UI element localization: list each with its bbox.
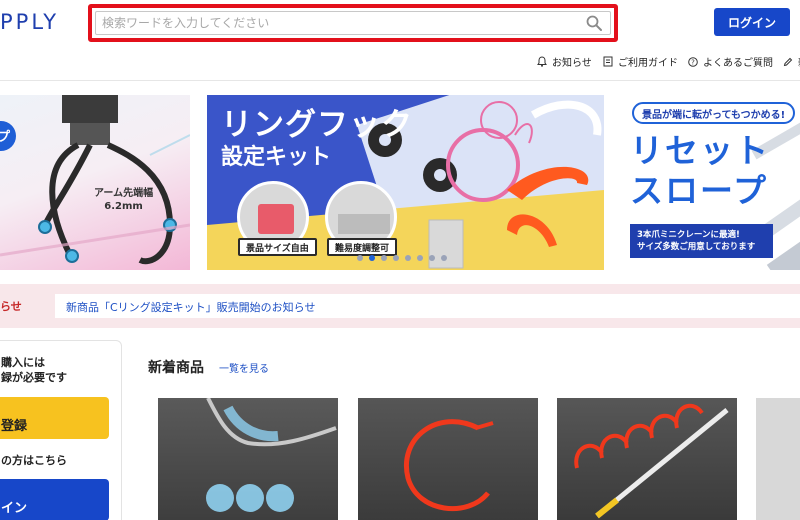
- subnav-guide[interactable]: ご利用ガイド: [603, 54, 678, 69]
- claw-illustration: [0, 95, 190, 265]
- product-card[interactable]: [358, 398, 538, 520]
- sidebar-login-card: 購入には 録が必要です 登録 の方はこちら イン: [0, 340, 122, 520]
- carousel-dot[interactable]: [381, 255, 387, 261]
- subnav-faq[interactable]: ? よくあるご質問: [688, 54, 773, 69]
- carousel-dot[interactable]: [429, 255, 435, 261]
- product-card[interactable]: [158, 398, 338, 520]
- login-button[interactable]: ログイン: [714, 8, 790, 36]
- subnav-new[interactable]: 新: [783, 54, 800, 69]
- banner-ring-hook-kit[interactable]: リングフック 設定キット 景品サイズ自由 難易度調整可: [207, 95, 604, 270]
- carousel-dot-active[interactable]: [369, 255, 375, 261]
- question-circle-icon: ?: [688, 56, 698, 67]
- banner-title-line2: スロープ: [630, 171, 769, 210]
- banner-pill: 景品が端に転がってもつかめる!: [632, 102, 796, 124]
- banner-note: 3本爪ミニクレーンに最適! サイズ多数ご用意しております: [630, 224, 773, 258]
- sidebar-member-text: の方はこちら: [1, 454, 67, 467]
- svg-text:?: ?: [691, 58, 695, 66]
- pencil-icon: [783, 57, 793, 66]
- section-title: 新着商品: [148, 360, 204, 376]
- banner-reset-slope[interactable]: 景品が端に転がってもつかめる! リセット スロープ 3本爪ミニクレーンに最適! …: [620, 95, 800, 270]
- header-subnav: お知らせ ご利用ガイド ? よくあるご質問 新: [0, 54, 800, 69]
- banner-tag: 景品サイズ自由: [238, 238, 317, 256]
- subnav-label: よくあるご質問: [703, 58, 773, 69]
- product-image: [206, 398, 337, 512]
- banner-note-line1: 3本爪ミニクレーンに最適!: [637, 230, 740, 240]
- carousel-dot[interactable]: [441, 255, 447, 261]
- search-input[interactable]: [95, 11, 611, 35]
- site-logo[interactable]: PPLY: [0, 10, 59, 34]
- sidebar-text-line1: 購入には: [1, 356, 45, 369]
- news-label: らせ: [0, 300, 22, 313]
- claw-caption: アーム先端幅 6.2mm: [94, 187, 153, 213]
- view-all-link[interactable]: 一覧を見る: [219, 360, 269, 375]
- banner-title: リセット スロープ: [630, 131, 770, 211]
- claw-caption-line2: 6.2mm: [104, 201, 143, 212]
- carousel-dot[interactable]: [357, 255, 363, 261]
- search-highlight-box: [88, 4, 618, 42]
- product-image: [574, 403, 729, 519]
- banner-tag: 難易度調整可: [327, 238, 398, 256]
- banner-title-line1: リセット: [630, 131, 770, 170]
- carousel-dot[interactable]: [405, 255, 411, 261]
- register-button[interactable]: 登録: [0, 397, 109, 439]
- product-image: [404, 419, 494, 511]
- product-card[interactable]: [756, 398, 800, 520]
- bell-icon: [537, 56, 547, 67]
- news-strip: らせ 新商品「Cリング設定キット」販売開始のお知らせ: [0, 284, 800, 328]
- carousel-dot[interactable]: [393, 255, 399, 261]
- carousel-dot[interactable]: [417, 255, 423, 261]
- search-icon[interactable]: [586, 15, 602, 31]
- guide-book-icon: [603, 56, 613, 67]
- product-card[interactable]: [557, 398, 737, 520]
- sidebar-login-button[interactable]: イン: [0, 479, 109, 520]
- subnav-news[interactable]: お知らせ: [537, 54, 592, 69]
- subnav-label: お知らせ: [552, 58, 592, 69]
- banner-title: リングフック: [221, 107, 413, 143]
- banner-claw-arm[interactable]: プ アーム先端幅 6.2mm: [0, 95, 190, 270]
- claw-caption-line1: アーム先端幅: [94, 188, 154, 199]
- news-link[interactable]: 新商品「Cリング設定キット」販売開始のお知らせ: [66, 299, 315, 315]
- page: PPLY ログイン お知らせ ご利用ガイド ?: [0, 0, 800, 520]
- news-item-box: 新商品「Cリング設定キット」販売開始のお知らせ: [55, 294, 800, 318]
- banner-note-line2: サイズ多数ご用意しております: [637, 242, 756, 252]
- banner-subtitle: 設定キット: [221, 145, 332, 170]
- sidebar-text-line2: 録が必要です: [1, 371, 67, 384]
- header-divider: [0, 80, 800, 81]
- carousel-dots: [357, 255, 447, 261]
- subnav-label: ご利用ガイド: [618, 58, 678, 69]
